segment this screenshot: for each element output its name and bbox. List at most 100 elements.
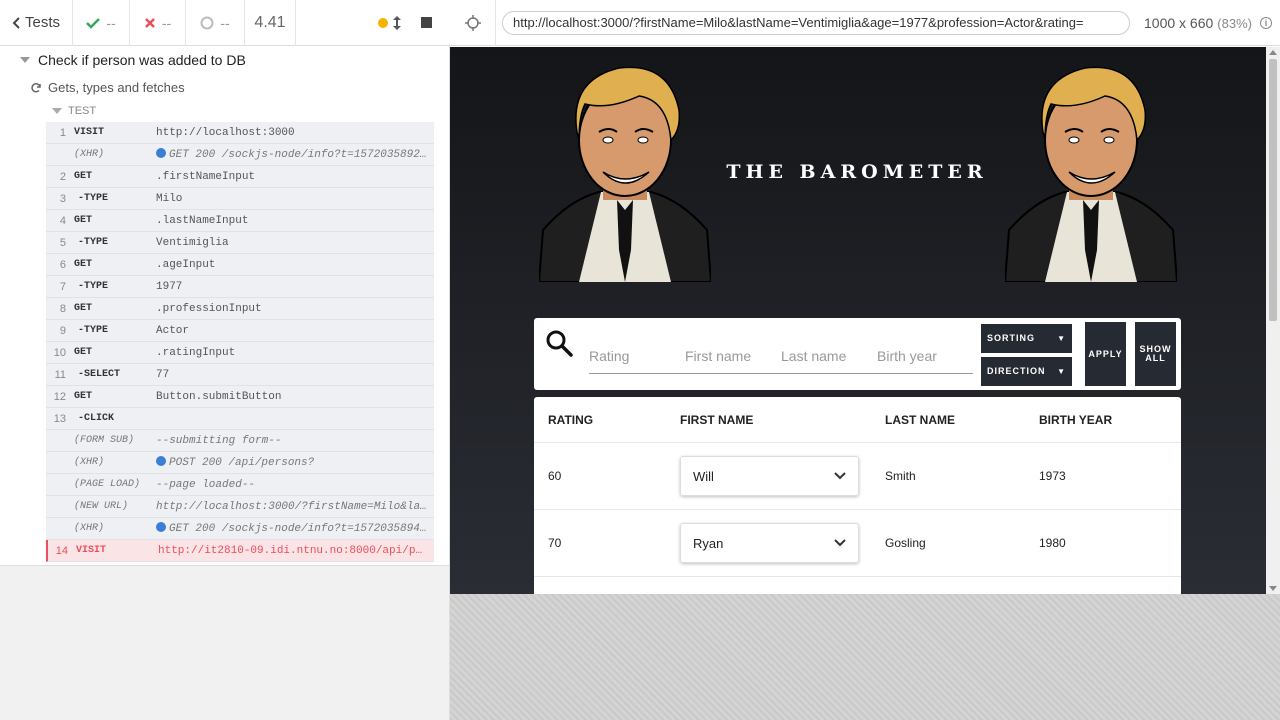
command-name: GET <box>74 215 93 226</box>
command-row[interactable]: 5 -TYPE Ventimiglia <box>46 232 434 254</box>
rating-cell: 70 <box>548 536 562 550</box>
first-name-select[interactable]: Ryan <box>680 523 859 563</box>
command-row[interactable]: (FORM SUB) --submitting form-- <box>46 430 434 452</box>
birth-year-cell: 1973 <box>1039 469 1066 483</box>
xhr-status-dot-icon <box>156 148 166 158</box>
command-number: 4 <box>59 214 66 227</box>
command-name: (XHR) <box>74 149 105 160</box>
column-header-rating[interactable]: RATING <box>534 413 680 427</box>
command-row[interactable]: 7 -TYPE 1977 <box>46 276 434 298</box>
command-row[interactable]: 2 GET .firstNameInput <box>46 166 434 188</box>
chevron-down-icon <box>834 539 846 547</box>
circle-outline-icon <box>200 16 214 29</box>
command-name: GET <box>74 391 93 402</box>
command-number: 14 <box>55 544 68 557</box>
scroll-up-icon[interactable] <box>1269 50 1277 55</box>
auto-scroll-toggle[interactable] <box>378 15 401 30</box>
column-header-last-name[interactable]: LAST NAME <box>885 413 1039 427</box>
filter-inputs: Rating First name Last name Birth year <box>589 348 973 374</box>
reporter-header: Tests -- -- -- 4.41 <box>0 0 450 46</box>
direction-select[interactable]: DIRECTION ▼ <box>981 357 1072 386</box>
birth-year-filter-input[interactable]: Birth year <box>877 348 973 373</box>
command-message: 1977 <box>156 280 183 293</box>
caret-down-icon <box>20 57 30 63</box>
selector-playground-button[interactable] <box>450 0 496 46</box>
command-row[interactable]: 6 GET .ageInput <box>46 254 434 276</box>
command-message: POST 200 /api/persons? <box>156 456 434 469</box>
persons-table: RATING FIRST NAME LAST NAME BIRTH YEAR 6… <box>534 397 1181 594</box>
column-header-first-name[interactable]: FIRST NAME <box>680 413 885 427</box>
command-row[interactable]: 3 -TYPE Milo <box>46 188 434 210</box>
column-header-birth-year[interactable]: BIRTH YEAR <box>1039 413 1181 427</box>
scroll-down-icon[interactable] <box>1269 586 1277 591</box>
command-message: .ageInput <box>156 258 216 271</box>
command-name: GET <box>74 171 93 182</box>
command-row[interactable]: 9 -TYPE Actor <box>46 320 434 342</box>
failed-count: -- <box>161 14 172 31</box>
viewport-size: 1000 x 660 (83%) <box>1144 15 1252 31</box>
command-row[interactable]: (NEW URL) http://localhost:3000/?firstNam… <box>46 496 434 518</box>
url-bar[interactable]: http://localhost:3000/?firstName=Milo&la… <box>502 10 1130 35</box>
command-row[interactable]: (XHR) GET 200 /sockjs-node/info?t=1572035… <box>46 518 434 540</box>
command-row[interactable]: 4 GET .lastNameInput <box>46 210 434 232</box>
chevron-down-icon <box>834 472 846 480</box>
show-all-button[interactable]: SHOW ALL <box>1135 322 1176 386</box>
back-to-tests-button[interactable]: Tests <box>0 0 73 46</box>
command-message: .professionInput <box>156 302 262 315</box>
command-number: 7 <box>59 280 66 293</box>
test-section[interactable]: TEST <box>52 105 96 117</box>
rating-cell: 60 <box>548 469 562 483</box>
suite-title[interactable]: Check if person was added to DB <box>20 52 246 68</box>
command-name: VISIT <box>76 545 107 556</box>
command-row[interactable]: 13 -CLICK <box>46 408 434 430</box>
command-row[interactable]: 10 GET .ratingInput <box>46 342 434 364</box>
command-row[interactable]: 8 GET .professionInput <box>46 298 434 320</box>
command-message: .firstNameInput <box>156 170 256 183</box>
vertical-arrows-icon <box>393 15 401 30</box>
last-name-cell: Smith <box>885 469 916 483</box>
portrait-illustration <box>1005 66 1177 282</box>
pending-stat: -- <box>186 0 245 46</box>
command-row[interactable]: 11 -SELECT 77 <box>46 364 434 386</box>
command-row[interactable]: (PAGE LOAD) --page loaded-- <box>46 474 434 496</box>
stop-icon[interactable] <box>421 17 432 28</box>
viewport-dimensions: 1000 x 660 <box>1144 14 1214 31</box>
portrait-illustration <box>539 66 711 282</box>
rating-filter-input[interactable]: Rating <box>589 348 685 373</box>
scroll-thumb[interactable] <box>1269 59 1277 321</box>
command-message: .lastNameInput <box>156 214 249 227</box>
command-message: GET 200 /sockjs-node/info?t=1572035894… <box>156 522 434 535</box>
last-name-cell: Gosling <box>885 536 926 550</box>
command-row[interactable]: (XHR) POST 200 /api/persons? <box>46 452 434 474</box>
command-name: GET <box>74 347 93 358</box>
sorting-select[interactable]: SORTING ▼ <box>981 324 1072 353</box>
last-name-filter-input[interactable]: Last name <box>781 348 877 373</box>
command-message: Actor <box>156 324 190 337</box>
command-number: 6 <box>59 258 66 271</box>
birth-year-cell: 1980 <box>1039 536 1066 550</box>
table-header: RATING FIRST NAME LAST NAME BIRTH YEAR <box>534 397 1181 443</box>
app-scrollbar[interactable] <box>1266 47 1280 594</box>
command-message: .ratingInput <box>156 346 236 359</box>
command-row-failed[interactable]: 14 VISIT http://it2810-09.idi.ntnu.no:8000… <box>46 540 434 562</box>
command-number: 9 <box>59 324 66 337</box>
reporter-pane: Tests -- -- -- 4.41 Check if person was … <box>0 0 450 720</box>
pending-count: -- <box>220 14 230 31</box>
failed-stat: -- <box>130 0 186 46</box>
test-title[interactable]: Gets, types and fetches <box>30 80 185 95</box>
command-name: -TYPE <box>78 237 109 248</box>
caret-down-icon <box>52 108 62 114</box>
command-row[interactable]: 12 GET Button.submitButton <box>46 386 434 408</box>
test-section-label: TEST <box>68 105 97 117</box>
first-name-select[interactable]: Will <box>680 456 859 496</box>
check-icon <box>86 17 101 29</box>
first-name-filter-input[interactable]: First name <box>685 348 781 373</box>
command-message: Ventimiglia <box>156 236 229 249</box>
xhr-status-dot-icon <box>156 522 166 532</box>
command-number: 2 <box>59 170 66 183</box>
info-icon[interactable]: i <box>1259 16 1272 29</box>
command-row[interactable]: 1 VISIT http://localhost:3000 <box>46 122 434 144</box>
first-name-value: Will <box>693 468 714 484</box>
apply-button[interactable]: APPLY <box>1085 322 1126 386</box>
command-row[interactable]: (XHR) GET 200 /sockjs-node/info?t=1572035… <box>46 144 434 166</box>
